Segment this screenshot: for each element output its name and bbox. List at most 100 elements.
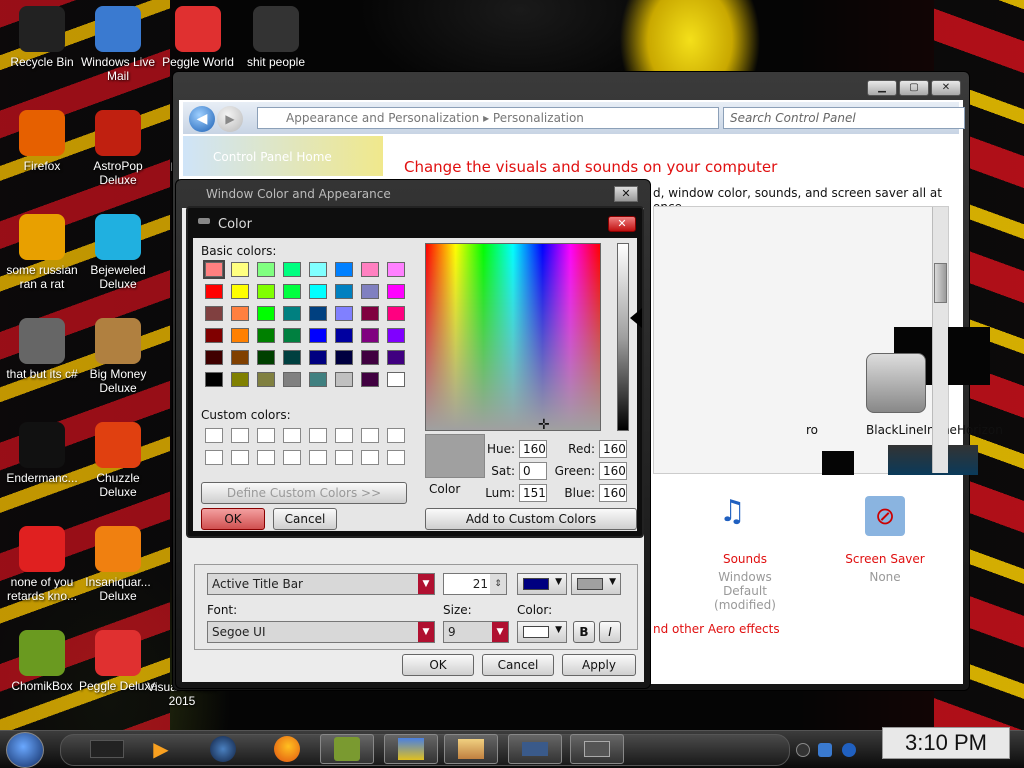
theme-list[interactable]: ro BlackLineInTheHorizon: [653, 206, 1003, 475]
taskbar-mail-icon[interactable]: [444, 734, 498, 764]
basic-color-swatch[interactable]: [361, 262, 379, 277]
desktop-icon[interactable]: Chuzzle Deluxe: [76, 422, 160, 499]
basic-color-swatch[interactable]: [231, 350, 249, 365]
add-to-custom-colors-button[interactable]: Add to Custom Colors: [425, 508, 637, 530]
basic-color-swatch[interactable]: [231, 262, 249, 277]
sat-input[interactable]: 0: [519, 462, 547, 480]
luminance-slider[interactable]: [617, 243, 629, 431]
basic-color-swatch[interactable]: [231, 284, 249, 299]
basic-color-swatch[interactable]: [283, 328, 301, 343]
basic-color-swatch[interactable]: [283, 350, 301, 365]
custom-color-swatch[interactable]: [309, 450, 327, 465]
blue-input[interactable]: 160: [599, 484, 627, 502]
taskbar-explorer-icon[interactable]: [80, 734, 134, 764]
stepper-arrows-icon[interactable]: ⇕: [490, 574, 506, 594]
basic-color-swatch[interactable]: [203, 260, 225, 279]
basic-color-swatch[interactable]: [309, 328, 327, 343]
basic-color-swatch[interactable]: [309, 262, 327, 277]
sounds-link[interactable]: Sounds: [699, 552, 791, 566]
custom-color-swatch[interactable]: [257, 450, 275, 465]
custom-color-swatch[interactable]: [205, 428, 223, 443]
basic-color-swatch[interactable]: [257, 350, 275, 365]
custom-color-swatch[interactable]: [335, 428, 353, 443]
sounds-icon[interactable]: ♫: [719, 494, 769, 538]
basic-color-swatch[interactable]: [335, 306, 353, 321]
desktop-icon[interactable]: Big Money Deluxe: [76, 318, 160, 395]
desktop-icon[interactable]: that but its c#: [0, 318, 84, 381]
custom-color-swatch[interactable]: [231, 428, 249, 443]
basic-color-swatch[interactable]: [257, 372, 275, 387]
taskbar-media-player-icon[interactable]: ▶: [134, 734, 188, 764]
color2-button[interactable]: ▼: [571, 573, 621, 595]
back-button[interactable]: ◀: [189, 106, 215, 132]
breadcrumb-personalization[interactable]: Personalization: [493, 111, 584, 125]
custom-color-swatch[interactable]: [335, 450, 353, 465]
font-select[interactable]: Segoe UI ▼: [207, 621, 435, 643]
basic-color-swatch[interactable]: [387, 262, 405, 277]
item-select[interactable]: Active Title Bar ▼: [207, 573, 435, 595]
control-panel-home-link[interactable]: Control Panel Home: [213, 150, 332, 164]
color-ok-button[interactable]: OK: [201, 508, 265, 530]
cancel-button[interactable]: Cancel: [482, 654, 554, 676]
desktop-icon[interactable]: ChomikBox: [0, 630, 84, 693]
bold-button[interactable]: B: [573, 621, 595, 643]
desktop-icon[interactable]: Recycle Bin: [0, 6, 84, 69]
basic-color-swatch[interactable]: [335, 350, 353, 365]
color-spectrum[interactable]: ✛: [425, 243, 601, 432]
basic-color-swatch[interactable]: [257, 284, 275, 299]
define-custom-colors-button[interactable]: Define Custom Colors >>: [201, 482, 407, 504]
basic-color-swatch[interactable]: [257, 262, 275, 277]
basic-color-swatch[interactable]: [283, 372, 301, 387]
item-size-stepper[interactable]: 21 ⇕: [443, 573, 507, 595]
breadcrumb-appearance[interactable]: Appearance and Personalization: [286, 111, 479, 125]
desktop-icon[interactable]: Windows Live Mail: [76, 6, 160, 83]
basic-color-swatch[interactable]: [309, 284, 327, 299]
address-bar[interactable]: Appearance and Personalization ▸ Persona…: [257, 107, 719, 129]
basic-color-swatch[interactable]: [387, 284, 405, 299]
basic-color-swatch[interactable]: [309, 372, 327, 387]
custom-color-swatch[interactable]: [361, 428, 379, 443]
taskbar-network-icon[interactable]: [508, 734, 562, 764]
basic-color-swatch[interactable]: [257, 306, 275, 321]
forward-button[interactable]: ▶: [217, 106, 243, 132]
basic-color-swatch[interactable]: [335, 262, 353, 277]
scrollbar-thumb[interactable]: [934, 263, 947, 303]
desktop-icon[interactable]: Endermanc...: [0, 422, 84, 485]
green-input[interactable]: 160: [599, 462, 627, 480]
basic-color-swatch[interactable]: [309, 306, 327, 321]
tray-volume-icon[interactable]: [842, 743, 856, 757]
size-select[interactable]: 9 ▼: [443, 621, 509, 643]
basic-color-swatch[interactable]: [231, 328, 249, 343]
basic-color-swatch[interactable]: [205, 284, 223, 299]
basic-color-swatch[interactable]: [309, 350, 327, 365]
basic-color-swatch[interactable]: [257, 328, 275, 343]
custom-color-swatch[interactable]: [257, 428, 275, 443]
basic-color-swatch[interactable]: [361, 284, 379, 299]
color-dialog-close-button[interactable]: ✕: [608, 216, 636, 232]
desktop-icon[interactable]: Insaniquar... Deluxe: [76, 526, 160, 603]
desktop-icon[interactable]: Firefox: [0, 110, 84, 173]
red-input[interactable]: 160: [599, 440, 627, 458]
basic-color-swatch[interactable]: [205, 328, 223, 343]
taskbar-firefox-icon[interactable]: [260, 734, 314, 764]
custom-color-swatch[interactable]: [387, 428, 405, 443]
basic-color-swatch[interactable]: [231, 306, 249, 321]
taskbar-control-panel-icon[interactable]: [384, 734, 438, 764]
close-button[interactable]: ✕: [931, 80, 961, 96]
theme-thumbnail-2[interactable]: [822, 451, 854, 475]
basic-color-swatch[interactable]: [283, 284, 301, 299]
theme-scrollbar[interactable]: [932, 207, 948, 473]
desktop-icon[interactable]: none of you retards kno...: [0, 526, 84, 603]
custom-color-swatch[interactable]: [231, 450, 249, 465]
desktop-icon[interactable]: AstroPop Deluxe: [76, 110, 160, 187]
basic-color-swatch[interactable]: [387, 306, 405, 321]
ok-button[interactable]: OK: [402, 654, 474, 676]
custom-color-swatch[interactable]: [283, 428, 301, 443]
basic-color-swatch[interactable]: [205, 372, 223, 387]
basic-color-swatch[interactable]: [361, 328, 379, 343]
theme-preview-icon[interactable]: [866, 353, 926, 413]
hue-input[interactable]: 160: [519, 440, 547, 458]
screen-saver-link[interactable]: Screen Saver: [839, 552, 931, 566]
screen-saver-icon[interactable]: ⊘: [865, 496, 905, 536]
search-input[interactable]: Search Control Panel: [723, 107, 965, 129]
